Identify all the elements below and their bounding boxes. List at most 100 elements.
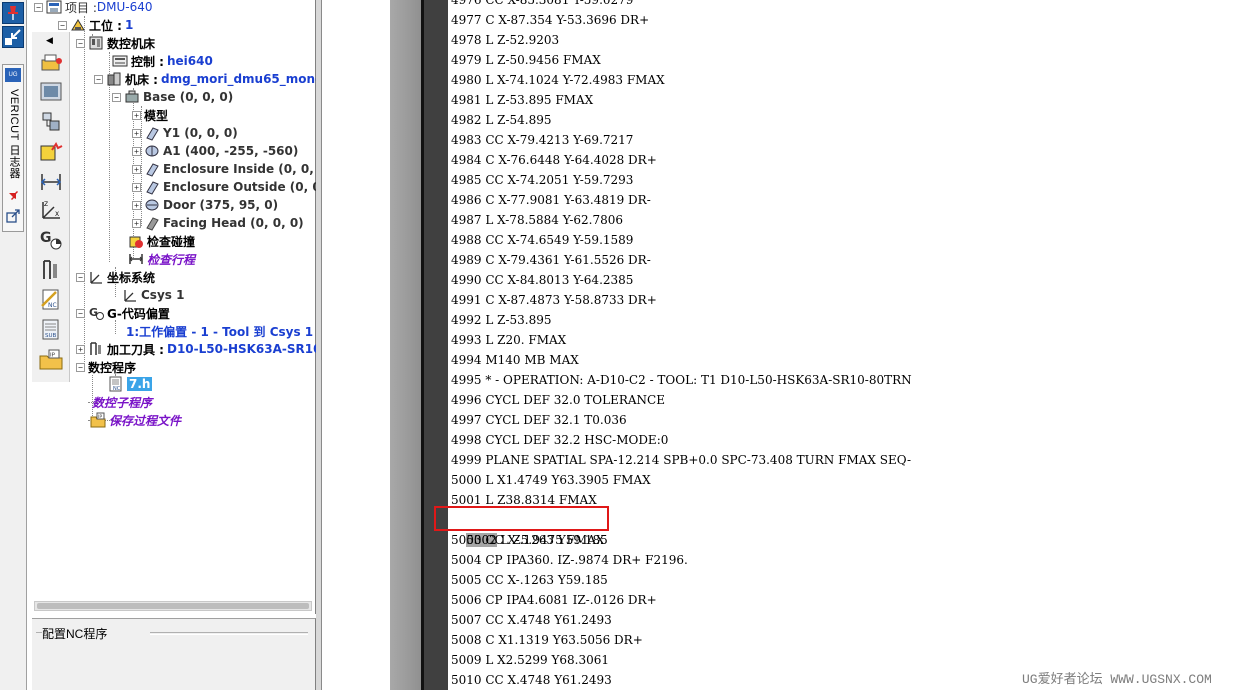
nc-code-line[interactable]: 4982 L Z-54.895 [451, 110, 552, 130]
tree-item-y1[interactable]: + Y1 (0, 0, 0) [132, 124, 238, 142]
nc-code-line[interactable]: 4986 C X-77.9081 Y-63.4819 DR- [451, 190, 651, 210]
nc-code-line[interactable]: 4996 CYCL DEF 32.0 TOLERANCE [451, 390, 665, 410]
tree-item-nc-file[interactable]: NC 7.h [108, 375, 153, 393]
tooling-icon[interactable] [38, 258, 64, 282]
tree-item-nc-program[interactable]: − 数控程序 [76, 358, 136, 376]
tree-item-travel-check[interactable]: 检查行程 [128, 250, 195, 268]
tree-item-base[interactable]: − Base (0, 0, 0) [112, 88, 233, 106]
tools-value: D10-L50-HSK63A-SR10-8 [166, 342, 316, 356]
expand-icon[interactable]: + [132, 218, 141, 228]
tree-item-gcode-offset[interactable]: − G G-代码偏置 [76, 304, 170, 322]
nc-code-line[interactable]: 4995 * - OPERATION: A-D10-C2 - TOOL: T1 … [451, 370, 912, 390]
tree-item-enclosure-inside[interactable]: + Enclosure Inside (0, 0, 0) [132, 160, 316, 178]
travel-limit-icon[interactable] [38, 170, 64, 194]
nc-code-line[interactable]: 4993 L Z20. FMAX [451, 330, 566, 350]
tree-item-machine[interactable]: − 机床 : dmg_mori_dmu65_monob [94, 70, 316, 88]
dock-icon[interactable] [2, 26, 24, 48]
nc-code-line[interactable]: 4992 L Z-53.895 [451, 310, 552, 330]
machine-view-icon[interactable] [38, 80, 64, 104]
tree-item-tools[interactable]: + 加工刀具 : D10-L50-HSK63A-SR10-8 [76, 340, 316, 358]
tree-item-a1[interactable]: + A1 (400, -255, -560) [132, 142, 298, 160]
tree-item-enclosure-outside[interactable]: + Enclosure Outside (0, 0, 0 [132, 178, 316, 196]
nc-code-line[interactable]: 4989 C X-79.4361 Y-61.5526 DR- [451, 250, 651, 270]
tree-item-coord-system[interactable]: − 坐标系统 [76, 268, 155, 286]
tree-item-facing-head[interactable]: + Facing Head (0, 0, 0) [132, 214, 304, 232]
nc-code-listing[interactable]: 5002 L Z5.9475 FMAX 4976 CC X-85.3081 Y-… [448, 0, 1235, 690]
nc-code-line[interactable]: 5007 CC X.4748 Y61.2493 [451, 610, 612, 630]
nc-code-line[interactable]: 4984 C X-76.6448 Y-64.4028 DR+ [451, 150, 657, 170]
nc-program-label: 数控程序 [88, 360, 137, 375]
tree-item-csys1[interactable]: Csys 1 [122, 286, 184, 304]
nc-code-line[interactable]: 4988 CC X-74.6549 Y-59.1589 [451, 230, 633, 250]
nc-code-line[interactable]: 4976 CC X-85.3081 Y-59.0279 [451, 0, 633, 10]
nc-code-line[interactable]: 5010 CC X.4748 Y61.2493 [451, 670, 612, 690]
svg-text:IP: IP [50, 353, 56, 359]
nc-config-title: 配置NC程序 [42, 627, 108, 641]
process-file-tool-icon[interactable]: IP [38, 348, 64, 372]
collapse-icon[interactable]: − [76, 308, 85, 318]
nc-code-line[interactable]: 5008 C X1.1319 Y63.5056 DR+ [451, 630, 643, 650]
expand-icon[interactable]: + [132, 128, 141, 138]
tree-item-nc-machine[interactable]: − 数控机床 [76, 34, 155, 52]
tree-item-work-offset[interactable]: 1:工作偏置 - 1 - Tool 到 Csys 1 [126, 322, 313, 340]
workpiece-graphic [390, 0, 422, 690]
nc-code-line[interactable]: 5003 CC X-.1263 Y59.185 [451, 530, 608, 550]
component-tree-icon[interactable] [38, 110, 64, 134]
expand-icon[interactable]: + [132, 146, 141, 156]
vericut-logger-tab[interactable]: UG VERICUT 日志器 [2, 64, 24, 232]
tree-item-save-process[interactable]: IP 保存过程文件 [90, 411, 181, 429]
collapse-icon[interactable]: − [94, 74, 103, 84]
nc-code-line[interactable]: 4990 CC X-84.8013 Y-64.2385 [451, 270, 633, 290]
nc-code-line[interactable]: 4998 CYCL DEF 32.2 HSC-MODE:0 [451, 430, 668, 450]
nc-code-line[interactable]: 4977 C X-87.354 Y-53.3696 DR+ [451, 10, 649, 30]
csys-tool-icon[interactable]: ZX [38, 198, 64, 222]
collapse-icon[interactable]: − [112, 92, 121, 102]
scrollbar-thumb[interactable] [37, 603, 309, 609]
collapse-icon[interactable]: − [76, 272, 85, 282]
nc-code-line[interactable]: 4994 M140 MB MAX [451, 350, 579, 370]
collapse-arrow-icon[interactable]: ◀ [46, 36, 53, 46]
nc-code-line[interactable]: 4980 L X-74.1024 Y-72.4983 FMAX [451, 70, 665, 90]
collapse-icon[interactable]: − [58, 20, 67, 30]
nc-code-line[interactable]: 4991 C X-87.4873 Y-58.8733 DR+ [451, 290, 657, 310]
nc-code-line[interactable]: 4981 L Z-53.895 FMAX [451, 90, 593, 110]
expand-icon[interactable]: + [76, 344, 85, 354]
nc-code-line[interactable]: 4979 L Z-50.9456 FMAX [451, 50, 601, 70]
nc-code-line[interactable]: 5006 CP IPA4.6081 IZ-.0126 DR+ [451, 590, 657, 610]
expand-icon[interactable]: + [132, 182, 141, 192]
tree-item-door[interactable]: + Door (375, 95, 0) [132, 196, 278, 214]
graphics-viewport[interactable] [322, 0, 390, 690]
pushpin-icon[interactable] [7, 189, 20, 202]
export-icon[interactable] [6, 208, 21, 223]
nc-code-line[interactable]: 4985 CC X-74.2051 Y-59.7293 [451, 170, 633, 190]
collapse-icon[interactable]: − [34, 2, 43, 12]
nc-subprogram-tool-icon[interactable]: SUB [38, 318, 64, 342]
nc-code-line[interactable]: 5005 CC X-.1263 Y59.185 [451, 570, 608, 590]
print-icon[interactable] [38, 52, 64, 76]
expand-icon[interactable]: + [132, 164, 141, 174]
collision-setup-icon[interactable] [38, 140, 64, 164]
expand-icon[interactable]: + [132, 200, 141, 210]
collapse-icon[interactable]: − [76, 362, 85, 372]
gcode-offset-label: G-代码偏置 [107, 306, 170, 321]
nc-code-line[interactable]: 4987 L X-78.5884 Y-62.7806 [451, 210, 623, 230]
work-offset-label: 1:工作偏置 - 1 - Tool 到 Csys 1 [126, 324, 314, 339]
nc-code-line[interactable]: 4997 CYCL DEF 32.1 T0.036 [451, 410, 627, 430]
nc-code-line[interactable]: 4999 PLANE SPATIAL SPA-12.214 SPB+0.0 SP… [451, 450, 911, 470]
nc-code-line[interactable]: 5000 L X1.4749 Y63.3905 FMAX [451, 470, 651, 490]
nc-code-line[interactable]: 4978 L Z-52.9203 [451, 30, 559, 50]
tree-item-nc-subprogram[interactable]: 数控子程序 [92, 393, 152, 411]
nc-program-tool-icon[interactable]: NC [38, 288, 64, 312]
tree-item-collision-check[interactable]: 检查碰撞 [128, 232, 195, 250]
pin-icon[interactable] [2, 2, 24, 24]
gcode-offset-tool-icon[interactable]: G [38, 228, 64, 252]
collapse-icon[interactable]: − [76, 38, 85, 48]
tree-item-control[interactable]: 控制 : hei640 [112, 52, 213, 70]
nc-code-line[interactable]: 5009 L X2.5299 Y68.3061 [451, 650, 609, 670]
nc-code-line[interactable]: 4983 CC X-79.4213 Y-69.7217 [451, 130, 633, 150]
tree-horizontal-scrollbar[interactable] [34, 601, 312, 611]
tree-item-project[interactable]: − 项目 : DMU-640 [34, 0, 152, 16]
tree-item-model[interactable]: + 模型 [132, 106, 168, 124]
expand-icon[interactable]: + [132, 110, 141, 120]
nc-code-line[interactable]: 5004 CP IPA360. IZ-.9874 DR+ F2196. [451, 550, 688, 570]
